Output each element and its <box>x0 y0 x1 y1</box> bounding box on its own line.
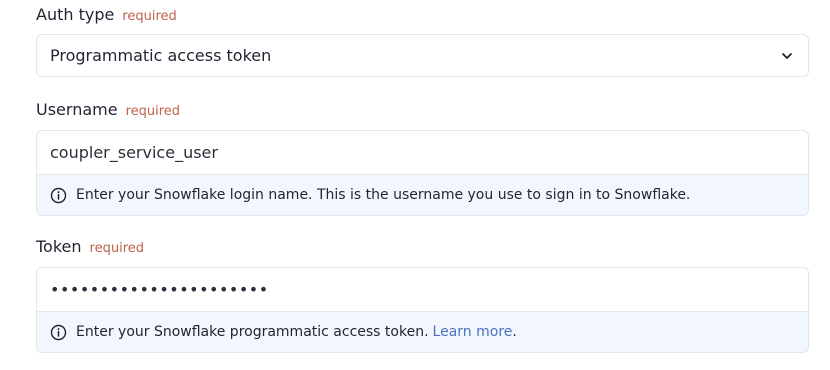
username-label-row: Username required <box>36 100 809 122</box>
token-input[interactable]: •••••••••••••••••••••• <box>37 268 808 311</box>
username-label: Username <box>36 100 118 119</box>
username-help: Enter your Snowflake login name. This is… <box>37 174 808 215</box>
token-required-badge: required <box>89 241 145 256</box>
auth-type-select[interactable]: Programmatic access token <box>36 34 809 77</box>
username-required-badge: required <box>125 104 181 119</box>
token-label-row: Token required <box>36 237 809 259</box>
info-icon <box>50 187 67 204</box>
username-field: Username required coupler_service_user E… <box>36 100 809 217</box>
token-help-text: Enter your Snowflake programmatic access… <box>76 324 429 340</box>
auth-type-label-row: Auth type required <box>36 5 809 27</box>
token-input-group: •••••••••••••••••••••• Enter your Snowfl… <box>36 267 809 353</box>
token-help: Enter your Snowflake programmatic access… <box>37 311 808 352</box>
token-masked-value: •••••••••••••••••••••• <box>50 280 269 299</box>
token-label: Token <box>36 237 82 256</box>
learn-more-link[interactable]: Learn more <box>433 324 513 340</box>
chevron-down-icon[interactable] <box>779 48 795 64</box>
auth-type-field: Auth type required Programmatic access t… <box>36 5 809 80</box>
auth-type-label: Auth type <box>36 5 115 24</box>
auth-type-required-badge: required <box>122 9 177 24</box>
username-input-group: coupler_service_user Enter your Snowflak… <box>36 130 809 216</box>
auth-type-selected-value: Programmatic access token <box>50 46 272 65</box>
username-help-text: Enter your Snowflake login name. This is… <box>76 187 691 203</box>
token-field: Token required •••••••••••••••••••••• En… <box>36 237 809 353</box>
connection-form: Auth type required Programmatic access t… <box>0 0 830 370</box>
username-input[interactable]: coupler_service_user <box>37 131 808 174</box>
info-icon <box>50 324 67 341</box>
token-help-suffix: . <box>512 324 517 340</box>
